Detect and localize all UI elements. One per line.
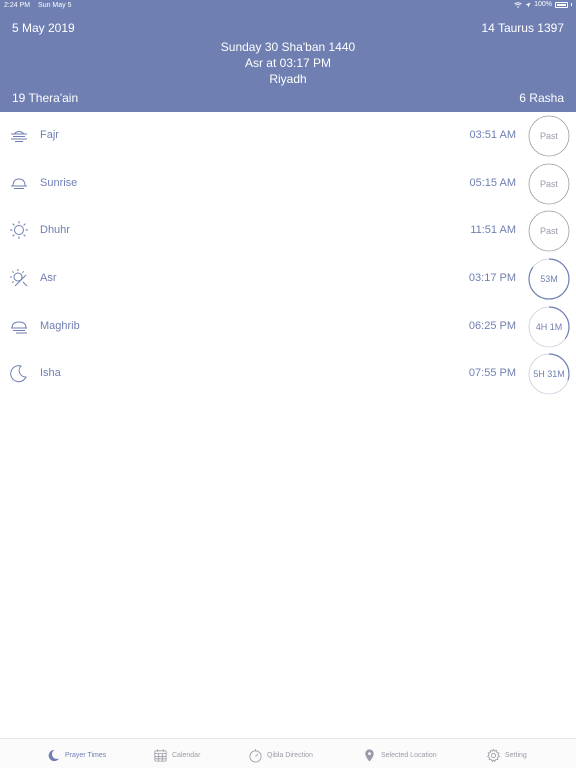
prayer-row-dhuhr[interactable]: Dhuhr 11:51 AM Past [0, 207, 576, 255]
tab-label: Selected Location [381, 751, 437, 759]
prayer-time: 05:15 AM [469, 176, 516, 189]
prayer-status-ring: 53M [528, 258, 570, 300]
dhuhr-icon [10, 221, 28, 240]
prayer-status-ring: 5H 31M [528, 353, 570, 396]
gear-icon [487, 748, 500, 762]
location-arrow-icon [525, 2, 531, 7]
tab-qibla-direction[interactable]: Qibla Direction [248, 746, 313, 764]
prayer-name: Dhuhr [40, 224, 70, 237]
prayer-status-ring: 4H 1M [528, 306, 570, 348]
prayer-status: Past [539, 178, 558, 189]
prayer-row-sunrise[interactable]: Sunrise 05:15 AM Past [0, 160, 576, 208]
gregorian-date: 5 May 2019 [12, 21, 75, 35]
prayer-time: 06:25 PM [468, 319, 516, 332]
prayer-status: Past [539, 131, 558, 141]
status-date: Sun May 5 [38, 2, 72, 9]
tab-label: Prayer Times [65, 751, 107, 759]
right-star: 6 Rasha [519, 91, 564, 105]
prayer-row-fajr[interactable]: Fajr 03:51 AM Past [0, 112, 576, 160]
prayer-status: 53M [540, 274, 558, 285]
location-pin-icon [365, 748, 374, 762]
prayer-name: Maghrib [40, 319, 80, 332]
tab-selected-location[interactable]: Selected Location [362, 746, 437, 764]
asr-icon [10, 269, 28, 287]
battery-percent: 100% [534, 1, 552, 8]
tab-label: Calendar [172, 751, 201, 759]
hijri-date: Sunday 30 Sha'ban 1440 [220, 40, 356, 54]
tab-label: Setting [505, 751, 527, 759]
prayer-name: Sunrise [40, 176, 78, 189]
city-name: Riyadh [269, 72, 307, 86]
tab-bar: Prayer Times Calendar Qibla Direction Se… [0, 738, 576, 768]
isha-icon [10, 365, 27, 383]
prayer-name: Asr [40, 272, 57, 285]
prayer-list: Fajr 03:51 AM Past Sunrise 05:15 AM Past… [0, 112, 576, 398]
left-star: 19 Thera'ain [12, 91, 79, 105]
prayer-row-isha[interactable]: Isha 07:55 PM 5H 31M [0, 350, 576, 398]
prayer-time: 03:51 AM [469, 129, 516, 141]
prayer-name: Fajr [40, 129, 59, 141]
tab-setting[interactable]: Setting [486, 746, 527, 764]
sunrise-icon [11, 178, 27, 189]
prayer-name: Isha [40, 367, 61, 380]
status-time: 2:24 PM [4, 2, 31, 9]
prayer-time: 07:55 PM [468, 367, 516, 380]
status-bar: 2:24 PM Sun May 5 100% [0, 0, 576, 12]
battery-icon [555, 1, 568, 8]
header: 2:24 PM Sun May 5 100% 5 May 2019 14 Tau… [0, 0, 576, 112]
prayer-status: 5H 31M [533, 369, 565, 380]
prayer-status: Past [539, 226, 558, 237]
prayer-time: 11:51 AM [470, 224, 516, 237]
prayer-status-ring: Past [528, 210, 570, 252]
crescent-icon [48, 749, 60, 761]
fajr-icon [11, 131, 27, 142]
prayer-time: 03:17 PM [468, 272, 516, 285]
prayer-status-ring: Past [528, 163, 570, 205]
calendar-icon [154, 748, 167, 762]
compass-icon [249, 748, 262, 762]
tab-calendar[interactable]: Calendar [153, 746, 200, 764]
wifi-icon [514, 1, 522, 8]
tab-label: Qibla Direction [267, 751, 313, 759]
prayer-row-maghrib[interactable]: Maghrib 06:25 PM 4H 1M [0, 303, 576, 351]
next-prayer: Asr at 03:17 PM [244, 56, 332, 70]
prayer-row-asr[interactable]: Asr 03:17 PM 53M [0, 255, 576, 303]
maghrib-icon [11, 321, 27, 334]
tab-prayer-times[interactable]: Prayer Times [46, 746, 106, 764]
prayer-status: 4H 1M [535, 321, 563, 332]
prayer-status-ring: Past [528, 115, 570, 157]
zodiac-date: 14 Taurus 1397 [481, 21, 564, 35]
